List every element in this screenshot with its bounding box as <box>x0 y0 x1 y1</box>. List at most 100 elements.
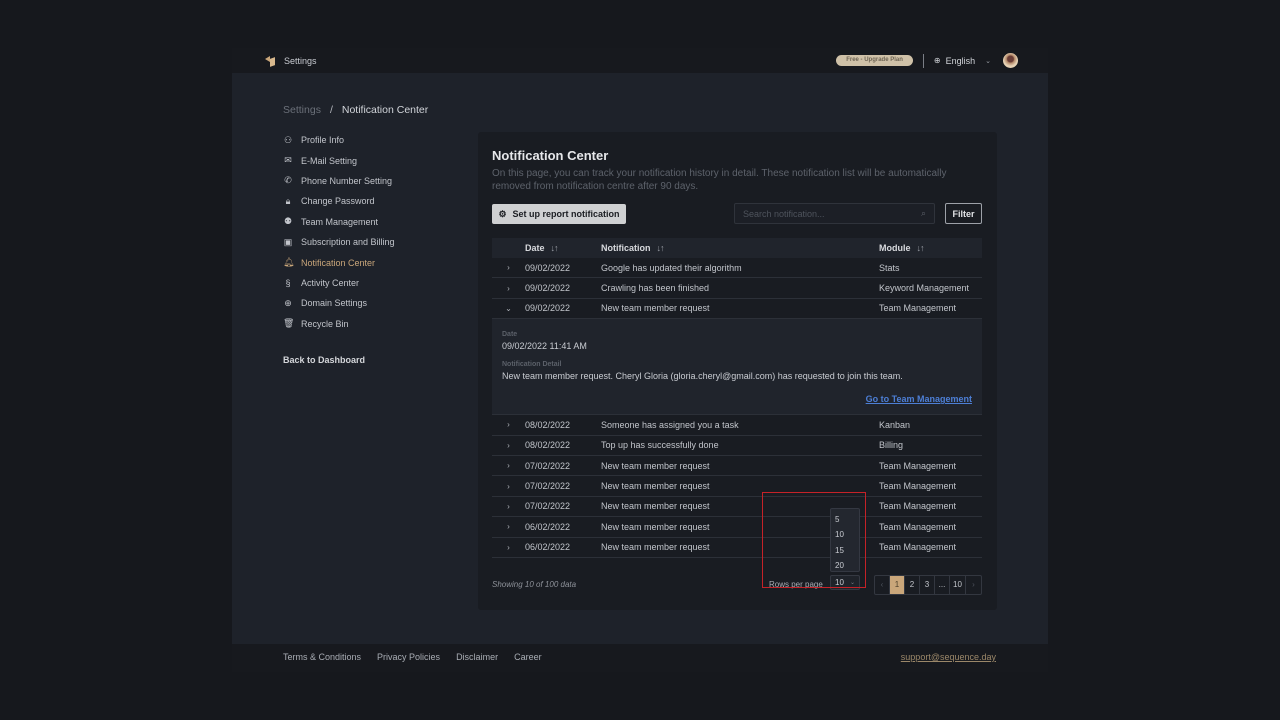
trash-icon: 🗑︎ <box>283 318 295 329</box>
sidebar-item-label: Profile Info <box>301 135 345 146</box>
sidebar-item-profile-info[interactable]: ⚇ Profile Info <box>283 130 463 150</box>
sidebar-item-subscription-and-billing[interactable]: ▣ Subscription and Billing <box>283 232 463 252</box>
bell-icon: 🔔︎ <box>283 257 295 268</box>
footer-link-privacy-policies[interactable]: Privacy Policies <box>377 652 440 662</box>
sidebar-item-team-management[interactable]: ⚉ Team Management <box>283 212 463 232</box>
chevron-down-icon: ⌄ <box>849 580 855 586</box>
sort-icon[interactable]: ↓↑ <box>657 243 665 253</box>
table-row[interactable]: › 07/02/2022 New team member request Tea… <box>492 456 982 477</box>
table-row[interactable]: › 07/02/2022 New team member request Tea… <box>492 497 982 518</box>
footer-link-terms-conditions[interactable]: Terms & Conditions <box>283 652 361 662</box>
table-row[interactable]: › 09/02/2022 Crawling has been finished … <box>492 278 982 299</box>
rows-per-page-value: 10 <box>835 578 844 587</box>
chevron-right-icon[interactable]: › <box>492 284 525 293</box>
upgrade-plan-badge[interactable]: Free - Upgrade Plan <box>836 55 913 66</box>
sidebar-item-label: Activity Center <box>301 277 360 288</box>
search-input[interactable] <box>743 208 921 219</box>
breadcrumb-current: Notification Center <box>341 104 429 116</box>
table-row[interactable]: ⌄ 09/02/2022 New team member request Tea… <box>492 299 982 320</box>
header-module[interactable]: Module ↓↑ <box>879 243 982 253</box>
page-button-2[interactable]: 2 <box>905 576 920 594</box>
chevron-right-icon[interactable]: › <box>492 543 525 552</box>
cell-module: Team Management <box>879 303 957 314</box>
activity-icon: § <box>285 277 291 288</box>
rows-per-page-option[interactable]: 20 <box>831 558 859 573</box>
mail-icon: ✉ <box>284 155 292 166</box>
chevron-right-icon[interactable]: › <box>492 482 525 491</box>
prev-page-button[interactable]: ‹ <box>875 576 890 594</box>
cell-date: 09/02/2022 <box>525 262 571 273</box>
chevron-right-icon[interactable]: › <box>492 522 525 531</box>
notification-table: Date ↓↑ Notification ↓↑ Module ↓↑ › 09/02/2… <box>492 238 982 558</box>
header-notification[interactable]: Notification ↓↑ <box>601 243 879 253</box>
brand-logo-icon[interactable] <box>265 55 277 67</box>
page-button-1[interactable]: 1 <box>890 576 905 594</box>
table-row[interactable]: › 07/02/2022 New team member request Tea… <box>492 476 982 497</box>
support-email-link[interactable]: support@sequence.day <box>901 652 996 662</box>
cell-module: Team Management <box>879 542 957 553</box>
language-label: English <box>945 55 976 66</box>
sidebar-item-e-mail-setting[interactable]: ✉ E-Mail Setting <box>283 150 463 170</box>
cell-module: Stats <box>879 262 900 273</box>
chevron-right-icon[interactable]: › <box>492 420 525 429</box>
sidebar-item-label: E-Mail Setting <box>301 155 358 166</box>
chevron-down-icon[interactable]: ⌄ <box>492 304 525 313</box>
breadcrumb-settings[interactable]: Settings <box>283 104 321 116</box>
cell-module: Billing <box>879 440 904 451</box>
language-selector[interactable]: ⊕ English ⌄ <box>934 56 991 66</box>
sidebar-item-change-password[interactable]: 🔒︎ Change Password <box>283 191 463 211</box>
sidebar-item-domain-settings[interactable]: ⊕ Domain Settings <box>283 293 463 313</box>
sidebar-item-label: Domain Settings <box>301 298 368 309</box>
table-row[interactable]: › 06/02/2022 New team member request Tea… <box>492 538 982 558</box>
chevron-right-icon[interactable]: › <box>492 441 525 450</box>
sort-icon[interactable]: ↓↑ <box>917 243 925 253</box>
cell-date: 09/02/2022 <box>525 303 571 314</box>
sidebar-item-label: Subscription and Billing <box>301 237 395 248</box>
globe-icon: ⊕ <box>284 297 292 308</box>
search-icon[interactable]: ⌕ <box>921 208 926 219</box>
search-box: ⌕ <box>734 203 935 224</box>
cell-module: Team Management <box>879 481 957 492</box>
top-bar: Settings Free - Upgrade Plan ⊕ English ⌄ <box>232 48 1048 73</box>
table-row[interactable]: › 09/02/2022 Google has updated their al… <box>492 258 982 279</box>
expanded-row-detail: Date 09/02/2022 11:41 AM Notification De… <box>492 319 982 416</box>
user-icon: ⚇ <box>283 134 293 145</box>
cell-date: 08/02/2022 <box>525 419 571 430</box>
sort-icon[interactable]: ↓↑ <box>551 243 559 253</box>
sidebar-item-activity-center[interactable]: § Activity Center <box>283 273 463 293</box>
cell-module: Team Management <box>879 460 957 471</box>
lock-icon: 🔒︎ <box>285 195 291 206</box>
footer-link-career[interactable]: Career <box>514 652 542 662</box>
back-to-dashboard-link[interactable]: Back to Dashboard <box>283 355 463 365</box>
table-row[interactable]: › 08/02/2022 Top up has successfully don… <box>492 436 982 456</box>
chevron-right-icon[interactable]: › <box>492 461 525 470</box>
table-header: Date ↓↑ Notification ↓↑ Module ↓↑ <box>492 238 982 258</box>
cell-date: 09/02/2022 <box>525 283 571 294</box>
cell-notification: Someone has assigned you a task <box>601 419 739 430</box>
rows-per-page-select[interactable]: 10 ⌄ <box>830 575 860 590</box>
sidebar-item-recycle-bin[interactable]: 🗑︎ Recycle Bin <box>283 314 463 334</box>
cell-module: Kanban <box>879 419 911 430</box>
setup-report-notification-button[interactable]: ⚙ Set up report notification <box>492 204 626 224</box>
filter-button[interactable]: Filter <box>945 203 982 224</box>
next-page-button[interactable]: › <box>966 576 981 594</box>
chevron-right-icon[interactable]: › <box>492 502 525 511</box>
cell-notification: New team member request <box>601 460 710 471</box>
footer-link-disclaimer[interactable]: Disclaimer <box>456 652 498 662</box>
chevron-right-icon[interactable]: › <box>492 263 525 272</box>
page-button-10[interactable]: 10 <box>950 576 966 594</box>
user-avatar[interactable] <box>1003 53 1018 68</box>
cell-module: Team Management <box>879 501 957 512</box>
sidebar-item-notification-center[interactable]: 🔔︎ Notification Center <box>283 252 463 272</box>
cell-date: 07/02/2022 <box>525 481 571 492</box>
detail-date-label: Date <box>502 331 518 339</box>
sidebar-item-phone-number-setting[interactable]: ✆ Phone Number Setting <box>283 171 463 191</box>
table-row[interactable]: › 06/02/2022 New team member request Tea… <box>492 517 982 538</box>
header-date[interactable]: Date ↓↑ <box>525 243 601 253</box>
rows-per-page-option[interactable]: 15 <box>831 543 859 558</box>
go-to-team-management-link[interactable]: Go to Team Management <box>866 394 972 404</box>
page-button-3[interactable]: 3 <box>920 576 935 594</box>
rows-per-page-option[interactable]: 5 <box>831 512 859 527</box>
rows-per-page-option[interactable]: 10 <box>831 527 859 542</box>
table-row[interactable]: › 08/02/2022 Someone has assigned you a … <box>492 415 982 436</box>
